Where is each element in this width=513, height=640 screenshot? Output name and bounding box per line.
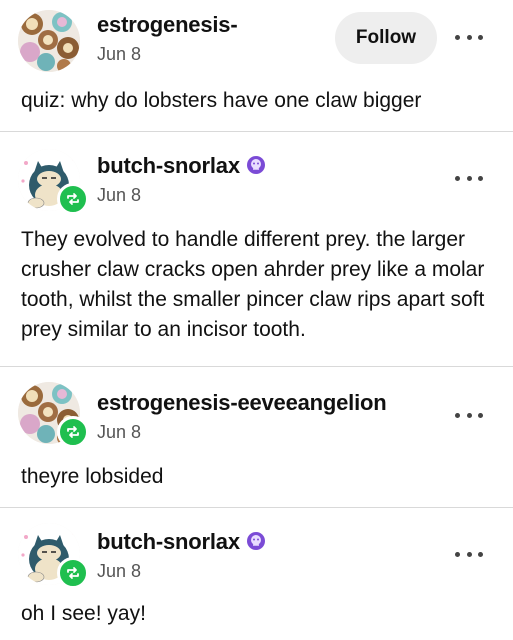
reblog-icon [57,183,89,215]
reblog-entry: butch-snorlax Jun 8 oh I see! yay! [0,509,513,640]
username-text: butch-snorlax [97,529,240,554]
post-text: oh I see! yay! [21,602,146,625]
more-options-icon[interactable] [455,32,483,42]
divider [0,366,513,367]
post-date: Jun 8 [97,44,142,64]
reblog-icon [57,416,89,448]
reblog-entry: estrogenesis-eeveeangelion Jun 8 theyre … [0,368,513,509]
post-text: quiz: why do lobsters have one claw bigg… [21,89,422,112]
divider [0,507,513,508]
purple-badge-icon [246,532,265,550]
follow-button[interactable]: Follow [335,12,437,64]
more-options-icon[interactable] [455,410,483,420]
more-options-icon[interactable] [455,549,483,559]
avatar[interactable] [18,10,80,72]
purple-badge-icon [246,156,265,174]
post-date: Jun 8 [97,561,142,581]
divider [0,131,513,132]
reblog-entry: butch-snorlax Jun 8 They evolved to hand… [0,133,513,368]
reblog-icon [57,557,89,589]
post-text: They evolved to handle different prey. t… [21,228,485,341]
eevee-collage-icon [18,10,80,72]
username-text: butch-snorlax [97,153,240,178]
post-original: estrogenesis- Jun 8 Follow quiz: why do … [0,0,513,133]
username[interactable]: estrogenesis-eeveeangelion [97,390,387,416]
post-date: Jun 8 [97,422,142,442]
username[interactable]: estrogenesis- [97,12,238,38]
post-date: Jun 8 [97,185,142,205]
post-text: theyre lobsided [21,465,164,488]
username[interactable]: butch-snorlax [97,529,266,555]
more-options-icon[interactable] [455,173,483,183]
username[interactable]: butch-snorlax [97,153,266,179]
